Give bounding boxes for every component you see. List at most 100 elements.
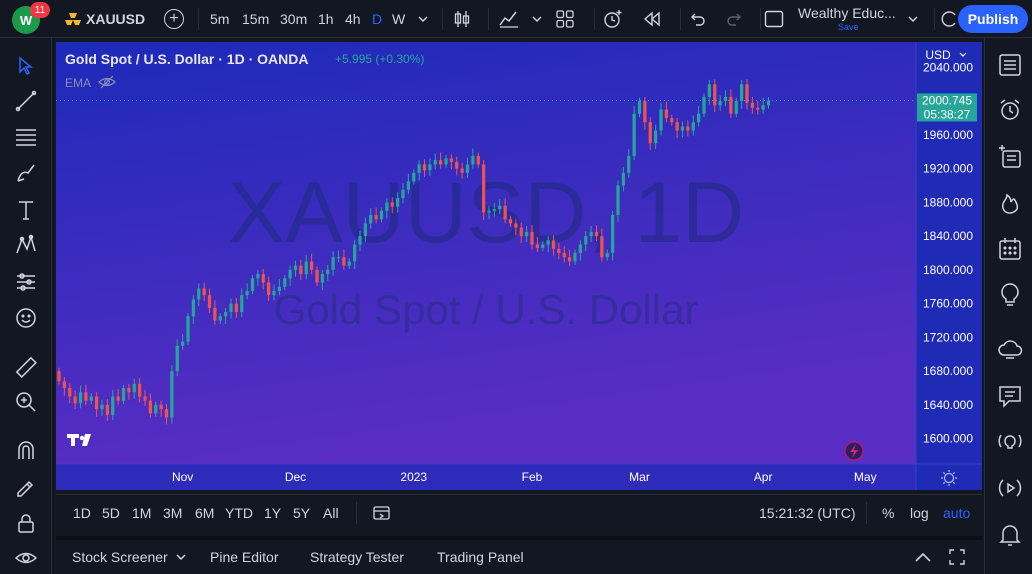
- hotlists-button[interactable]: [995, 188, 1025, 218]
- magnet-tool[interactable]: [10, 436, 42, 466]
- tab-stock-screener[interactable]: Stock Screener: [72, 540, 168, 574]
- streams-button[interactable]: [995, 427, 1025, 457]
- brush-tool[interactable]: [10, 158, 42, 188]
- lock-drawings-tool[interactable]: [10, 508, 42, 538]
- candles-icon[interactable]: [452, 9, 472, 29]
- range-all[interactable]: All: [323, 495, 339, 531]
- eye-icon: [14, 552, 38, 564]
- date-range-bar: 1D 5D 1M 3M 6M YTD 1Y 5Y All 15:21:32 (U…: [56, 494, 982, 530]
- range-ytd[interactable]: YTD: [225, 495, 253, 531]
- range-6m[interactable]: 6M: [195, 495, 214, 531]
- zoom-tool[interactable]: [10, 387, 42, 417]
- price-chart[interactable]: XAUUSD, 1D Gold Spot / U.S. Dollar 2040.…: [56, 42, 982, 490]
- icon-tool[interactable]: [10, 303, 42, 333]
- range-1m[interactable]: 1M: [132, 495, 151, 531]
- trend-line-tool[interactable]: [10, 86, 42, 116]
- interval-4h[interactable]: 4h: [345, 0, 361, 38]
- chevron-down-icon[interactable]: [532, 14, 542, 24]
- bottom-panel-tabs: Stock Screener Pine Editor Strategy Test…: [56, 536, 982, 574]
- candle-body: [288, 269, 292, 279]
- candle-body: [766, 100, 771, 106]
- layout-name[interactable]: Wealthy Educ...: [798, 5, 896, 21]
- goto-date-icon[interactable]: [372, 504, 392, 522]
- currency-selector[interactable]: USD: [925, 48, 951, 62]
- range-1y[interactable]: 1Y: [264, 495, 281, 531]
- chevron-down-icon[interactable]: [908, 14, 918, 24]
- indicator-ema-label[interactable]: EMA: [65, 76, 91, 90]
- price-tick-label: 1760.000: [923, 297, 973, 311]
- candle-body: [627, 155, 631, 173]
- range-1d[interactable]: 1D: [73, 495, 91, 531]
- time-tick-label: 2023: [400, 470, 427, 484]
- utc-clock[interactable]: 15:21:32 (UTC): [759, 495, 855, 531]
- interval-1h[interactable]: 1h: [318, 0, 334, 38]
- chevron-down-icon[interactable]: [418, 14, 428, 24]
- lightning-icon[interactable]: [844, 441, 864, 461]
- candle-body: [159, 404, 163, 410]
- interval-w[interactable]: W: [392, 0, 405, 38]
- chevron-down-icon[interactable]: [176, 552, 186, 562]
- watermark-name: Gold Spot / U.S. Dollar: [274, 286, 699, 333]
- messages-button[interactable]: [995, 381, 1025, 411]
- chats-button[interactable]: [995, 335, 1025, 365]
- candle-body: [315, 269, 319, 283]
- text-tool[interactable]: [10, 195, 42, 225]
- live-button[interactable]: [995, 473, 1025, 503]
- prediction-tool[interactable]: [10, 267, 42, 297]
- auto-scale-toggle[interactable]: auto: [943, 495, 970, 531]
- chevron-up-icon[interactable]: [914, 550, 932, 564]
- tab-pine-editor[interactable]: Pine Editor: [210, 540, 278, 574]
- log-toggle[interactable]: log: [910, 495, 929, 531]
- interval-15m[interactable]: 15m: [242, 0, 269, 38]
- symbol-search[interactable]: XAUUSD: [86, 0, 145, 38]
- candle-body: [584, 236, 588, 245]
- candle-body: [363, 223, 367, 237]
- range-3m[interactable]: 3M: [163, 495, 182, 531]
- alert-clock-icon[interactable]: [602, 8, 624, 30]
- fullscreen-square-icon[interactable]: [764, 10, 784, 28]
- quick-search-icon[interactable]: [940, 10, 958, 28]
- templates-grid-icon[interactable]: [556, 10, 574, 28]
- tab-strategy-tester[interactable]: Strategy Tester: [310, 540, 404, 574]
- undo-icon[interactable]: [688, 10, 706, 28]
- interval-5m[interactable]: 5m: [210, 0, 229, 38]
- candle-body: [374, 215, 378, 220]
- tab-trading-panel[interactable]: Trading Panel: [437, 540, 524, 574]
- cursor-tool[interactable]: [10, 51, 42, 81]
- eye-hidden-icon[interactable]: [98, 75, 116, 89]
- top-toolbar: W 11 XAUUSD + 5m 15m 30m 1h 4h D W Wealt…: [0, 0, 1032, 38]
- measure-tool[interactable]: [10, 352, 42, 382]
- notification-badge: 11: [30, 2, 50, 18]
- indicators-icon[interactable]: [498, 9, 520, 29]
- interval-d[interactable]: D: [372, 0, 382, 38]
- time-tick-label: May: [854, 470, 877, 484]
- candle-body: [379, 210, 384, 220]
- object-tree-button[interactable]: [995, 142, 1025, 172]
- calendar-button[interactable]: [995, 234, 1025, 264]
- percent-toggle[interactable]: %: [882, 495, 894, 531]
- candle-body: [508, 219, 513, 224]
- interval-30m[interactable]: 30m: [280, 0, 307, 38]
- replay-icon[interactable]: [642, 10, 662, 28]
- publish-button[interactable]: Publish: [958, 5, 1028, 33]
- notifications-button[interactable]: [995, 519, 1025, 549]
- draw-mode-tool[interactable]: [10, 472, 42, 502]
- hide-drawings-tool[interactable]: [10, 543, 42, 573]
- ideas-button[interactable]: [995, 280, 1025, 310]
- candle-body: [154, 404, 158, 414]
- pattern-tool[interactable]: [10, 230, 42, 260]
- fib-tool[interactable]: [10, 122, 42, 152]
- candle-body: [514, 223, 518, 228]
- candle-body: [412, 172, 416, 182]
- redo-icon[interactable]: [726, 10, 744, 28]
- alerts-button[interactable]: [995, 95, 1025, 125]
- range-5d[interactable]: 5D: [102, 495, 120, 531]
- candle-body: [648, 122, 652, 144]
- compare-add-icon[interactable]: +: [164, 9, 184, 29]
- watchlist-button[interactable]: [995, 50, 1025, 80]
- range-5y[interactable]: 5Y: [293, 495, 310, 531]
- maximize-icon[interactable]: [949, 549, 965, 565]
- chart-pane[interactable]: XAUUSD, 1D Gold Spot / U.S. Dollar 2040.…: [56, 42, 982, 490]
- chart-legend-title[interactable]: Gold Spot / U.S. Dollar · 1D · OANDA: [65, 51, 308, 67]
- candle-body: [611, 215, 615, 253]
